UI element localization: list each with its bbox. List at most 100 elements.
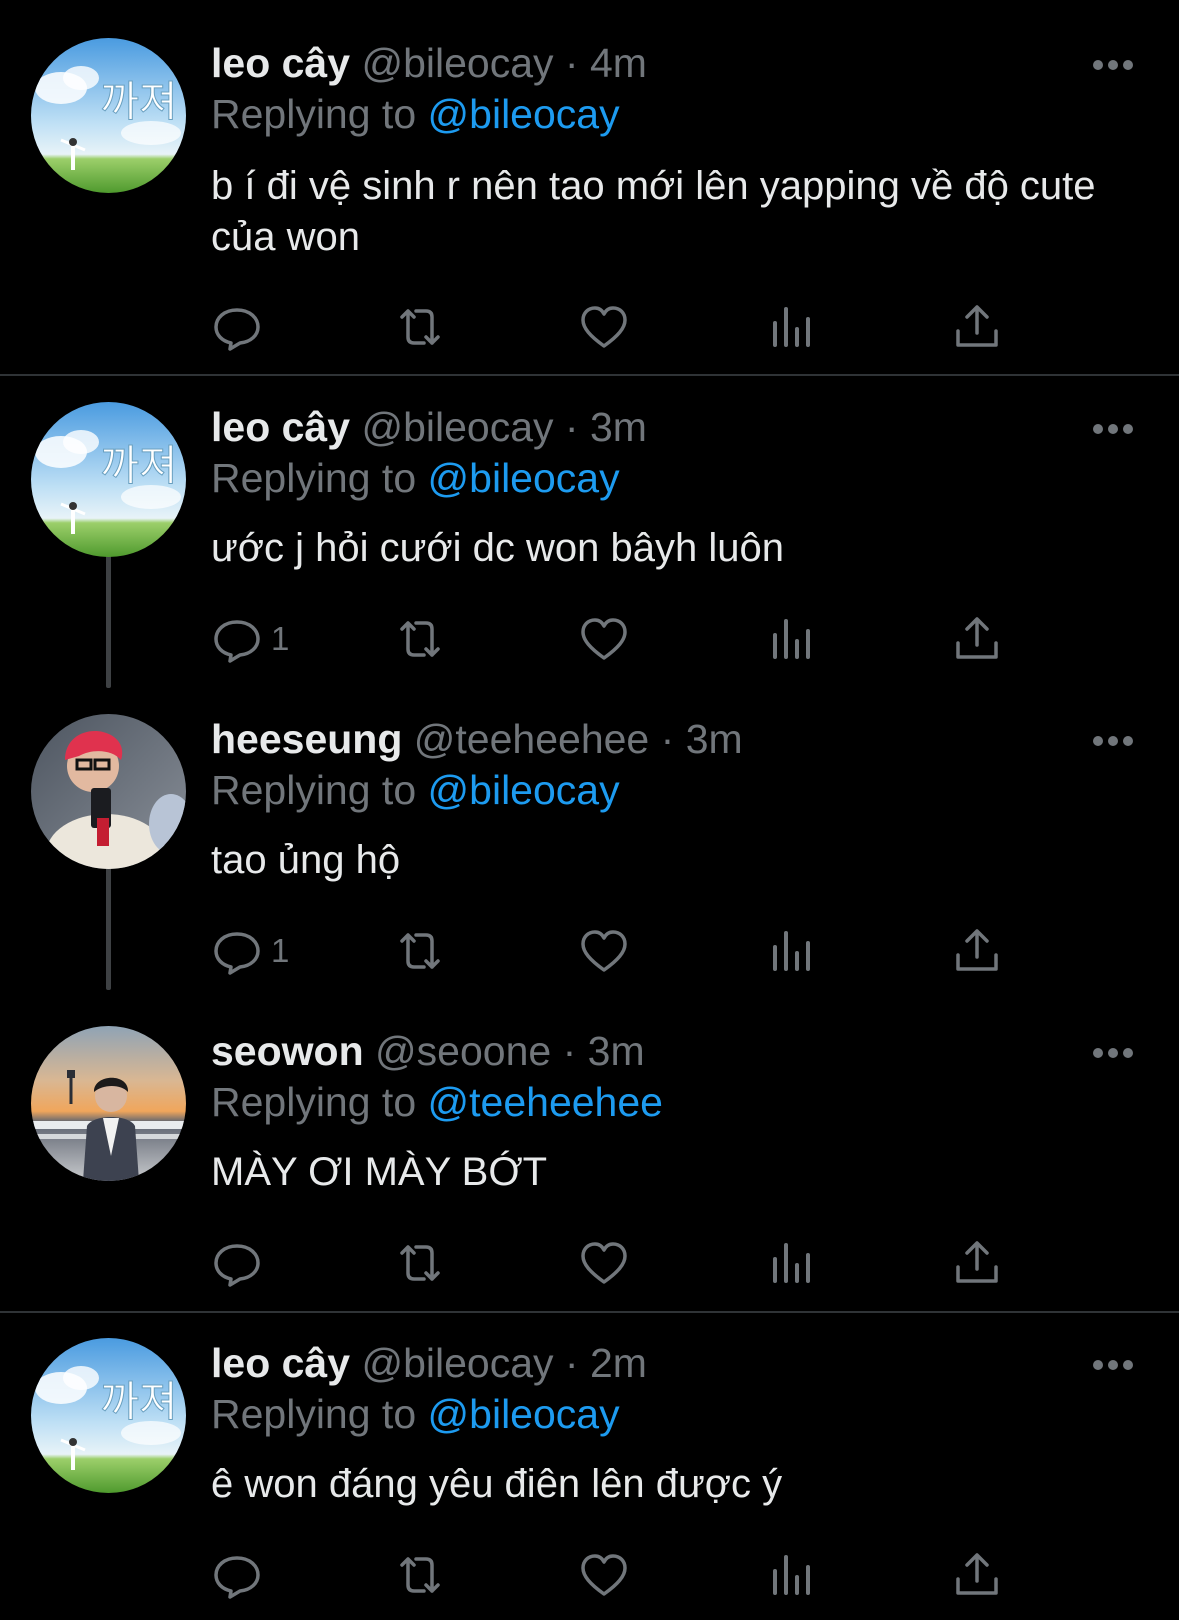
more-options-icon[interactable] — [1092, 1358, 1134, 1370]
timestamp[interactable]: 3m — [686, 716, 743, 762]
heart-icon — [578, 1549, 630, 1601]
views-button[interactable] — [766, 1235, 818, 1291]
views-chart-icon — [766, 925, 818, 977]
retweet-icon — [394, 1237, 446, 1289]
views-button[interactable] — [766, 1547, 818, 1603]
tweet-header: leo cây @bileocay · 3m — [211, 402, 647, 452]
tweet[interactable]: 까져 leo cây @bileocay · 3m Replying to @b… — [0, 380, 1179, 680]
sky-avatar-icon[interactable]: 까져 — [31, 38, 186, 193]
like-button[interactable] — [578, 299, 630, 355]
share-icon — [951, 613, 1003, 665]
display-name[interactable]: heeseung — [211, 716, 402, 762]
reply-icon — [211, 613, 263, 665]
replying-to-link[interactable]: @bileocay — [428, 455, 620, 501]
tweet-header: leo cây @bileocay · 2m — [211, 1338, 647, 1388]
user-handle[interactable]: @bileocay — [361, 40, 553, 86]
display-name[interactable]: leo cây — [211, 1340, 350, 1386]
svg-text:까져: 까져 — [100, 1377, 177, 1426]
red-hair-selfie-avatar-icon[interactable] — [31, 714, 186, 869]
views-button[interactable] — [766, 923, 818, 979]
display-name[interactable]: seowon — [211, 1028, 364, 1074]
like-button[interactable] — [578, 1547, 630, 1603]
separator-dot: · — [660, 716, 675, 762]
retweet-button[interactable] — [394, 1547, 446, 1603]
tweet-text: ước j hỏi cưới dc won bâyh luôn — [211, 526, 784, 570]
timestamp[interactable]: 3m — [588, 1028, 645, 1074]
action-bar — [211, 299, 1111, 355]
tweet[interactable]: seowon @seoone · 3m Replying to @teeheeh… — [0, 1004, 1179, 1304]
action-bar: 1 — [211, 923, 1111, 979]
reply-icon — [211, 1237, 263, 1289]
more-options-icon[interactable] — [1092, 1046, 1134, 1058]
share-button[interactable] — [951, 299, 1003, 355]
reply-icon — [211, 1549, 263, 1601]
tweet-header: seowon @seoone · 3m — [211, 1026, 645, 1076]
separator-dot: · — [564, 404, 579, 450]
reply-button[interactable]: 1 — [211, 611, 289, 667]
replying-to-label: Replying to — [211, 455, 417, 501]
views-chart-icon — [766, 301, 818, 353]
more-options-icon[interactable] — [1092, 422, 1134, 434]
heart-icon — [578, 613, 630, 665]
like-button[interactable] — [578, 1235, 630, 1291]
user-handle[interactable]: @bileocay — [361, 1340, 553, 1386]
tweet[interactable]: heeseung @teeheehee · 3m Replying to @bi… — [0, 692, 1179, 992]
timestamp[interactable]: 2m — [590, 1340, 647, 1386]
views-button[interactable] — [766, 611, 818, 667]
reply-count: 1 — [271, 932, 290, 969]
reply-button[interactable]: 1 — [211, 923, 289, 979]
share-button[interactable] — [951, 611, 1003, 667]
reply-icon — [211, 301, 263, 353]
retweet-button[interactable] — [394, 923, 446, 979]
heart-icon — [578, 925, 630, 977]
heart-icon — [578, 1237, 630, 1289]
replying-to: Replying to @bileocay — [211, 89, 620, 139]
retweet-icon — [394, 1549, 446, 1601]
share-button[interactable] — [951, 1547, 1003, 1603]
timestamp[interactable]: 4m — [590, 40, 647, 86]
separator-dot: · — [564, 1340, 579, 1386]
sky-avatar-icon[interactable]: 까져 — [31, 402, 186, 557]
like-button[interactable] — [578, 611, 630, 667]
more-options-icon[interactable] — [1092, 58, 1134, 70]
replying-to-link[interactable]: @teeheehee — [428, 1079, 663, 1125]
display-name[interactable]: leo cây — [211, 40, 350, 86]
tweet-text: tao ủng hộ — [211, 838, 401, 882]
svg-text:까져: 까져 — [100, 441, 177, 490]
sky-avatar-icon[interactable]: 까져 — [31, 1338, 186, 1493]
tweet-text: ê won đáng yêu điên lên được ý — [211, 1462, 783, 1506]
retweet-button[interactable] — [394, 299, 446, 355]
user-handle[interactable]: @bileocay — [361, 404, 553, 450]
views-button[interactable] — [766, 299, 818, 355]
share-icon — [951, 1237, 1003, 1289]
replying-to-link[interactable]: @bileocay — [428, 767, 620, 813]
retweet-button[interactable] — [394, 611, 446, 667]
user-handle[interactable]: @seoone — [375, 1028, 551, 1074]
tweet[interactable]: 까져 leo cây @bileocay · 2m Replying to @b… — [0, 1316, 1179, 1620]
tweet-divider — [0, 374, 1179, 376]
action-bar: 1 — [211, 611, 1111, 667]
retweet-icon — [394, 925, 446, 977]
replying-to: Replying to @bileocay — [211, 1389, 620, 1439]
sunset-tower-avatar-icon[interactable] — [31, 1026, 186, 1181]
tweet[interactable]: 까져 leo cây @bileocay · 4m Replying to @b… — [0, 0, 1179, 370]
reply-button[interactable] — [211, 1547, 271, 1603]
replying-to-link[interactable]: @bileocay — [428, 91, 620, 137]
share-button[interactable] — [951, 923, 1003, 979]
tweet-header: leo cây @bileocay · 4m — [211, 38, 647, 88]
retweet-button[interactable] — [394, 1235, 446, 1291]
display-name[interactable]: leo cây — [211, 404, 350, 450]
like-button[interactable] — [578, 923, 630, 979]
share-icon — [951, 1549, 1003, 1601]
reply-button[interactable] — [211, 299, 271, 355]
tweet-header: heeseung @teeheehee · 3m — [211, 714, 743, 764]
replying-to-link[interactable]: @bileocay — [428, 1391, 620, 1437]
more-options-icon[interactable] — [1092, 734, 1134, 746]
share-button[interactable] — [951, 1235, 1003, 1291]
tweet-text: b í đi vệ sinh r nên tao mới lên yapping… — [211, 164, 1096, 259]
timestamp[interactable]: 3m — [590, 404, 647, 450]
retweet-icon — [394, 301, 446, 353]
reply-button[interactable] — [211, 1235, 271, 1291]
user-handle[interactable]: @teeheehee — [414, 716, 649, 762]
share-icon — [951, 925, 1003, 977]
